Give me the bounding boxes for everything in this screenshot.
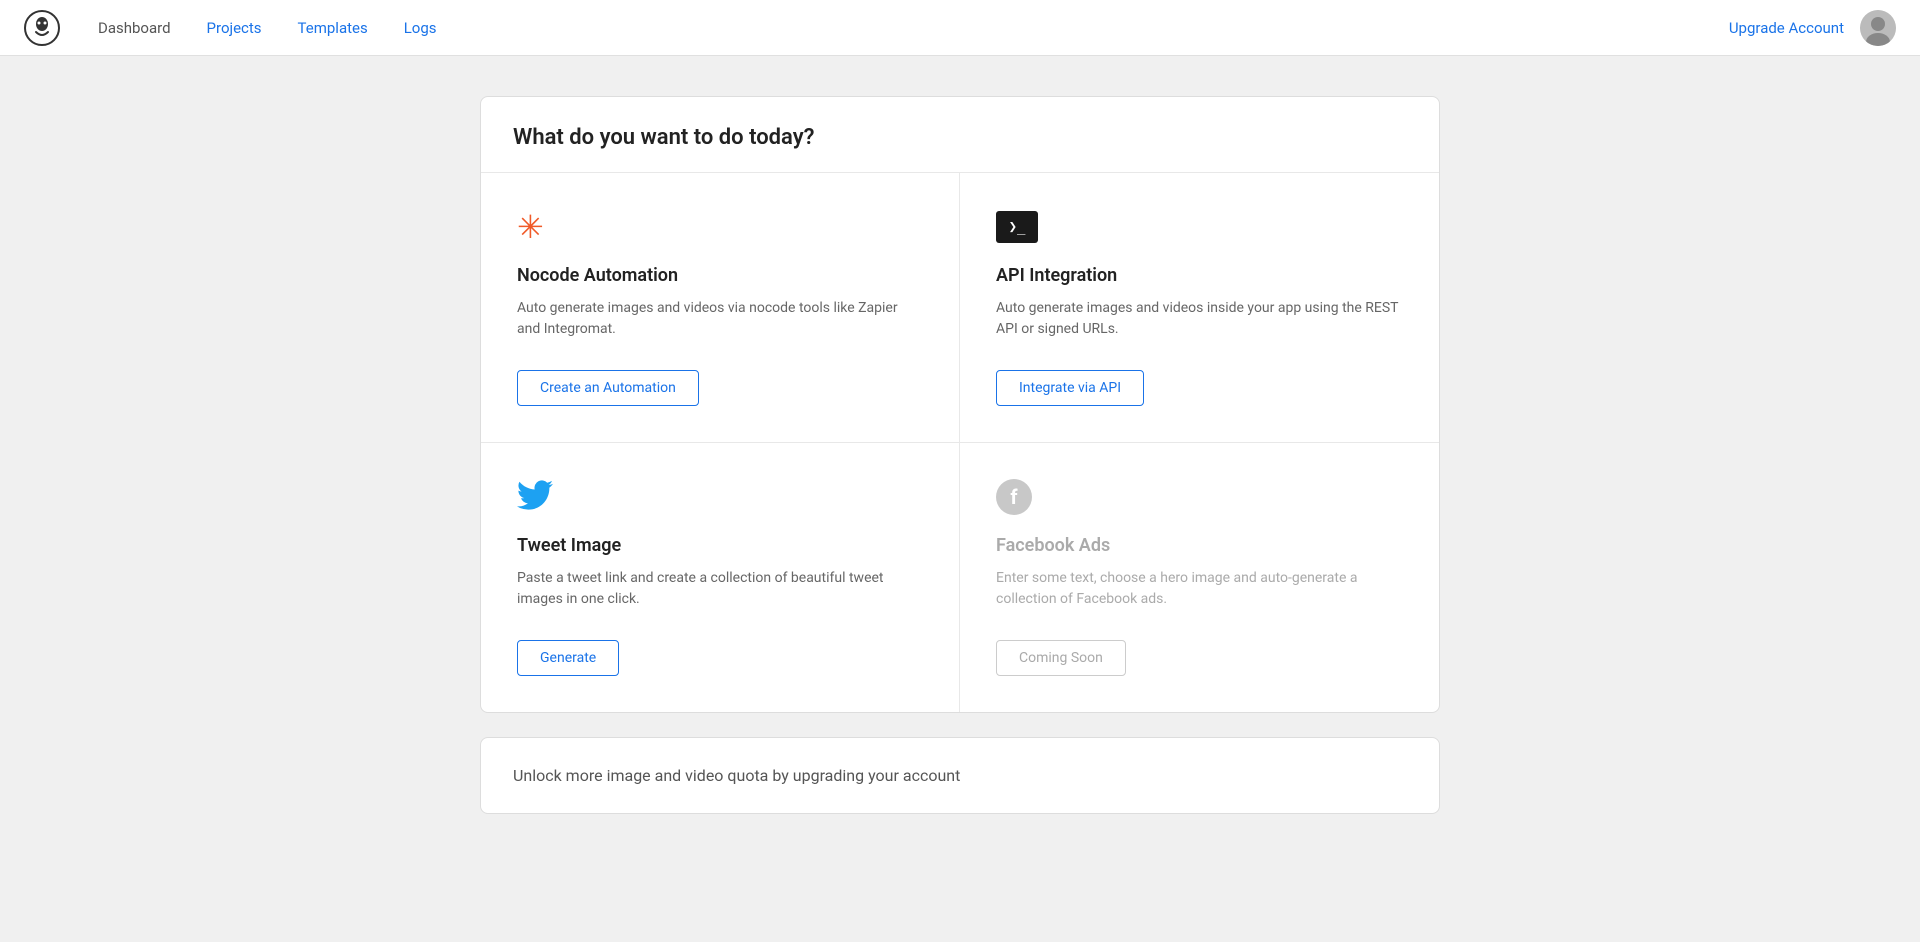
nocode-title: Nocode Automation <box>517 265 923 286</box>
upgrade-account-link[interactable]: Upgrade Account <box>1729 19 1844 37</box>
upgrade-card: Unlock more image and video quota by upg… <box>480 737 1440 814</box>
nav-projects[interactable]: Projects <box>193 11 276 45</box>
option-tweet: Tweet Image Paste a tweet link and creat… <box>481 443 960 712</box>
nav-links: Dashboard Projects Templates Logs <box>84 11 1729 45</box>
avatar-icon <box>1860 10 1896 46</box>
twitter-icon-container <box>517 475 923 519</box>
facebook-icon: f <box>996 479 1032 515</box>
options-card: What do you want to do today? ✳ Nocode A… <box>480 96 1440 713</box>
tweet-desc: Paste a tweet link and create a collecti… <box>517 568 923 616</box>
upgrade-text: Unlock more image and video quota by upg… <box>513 766 1407 785</box>
facebook-desc: Enter some text, choose a hero image and… <box>996 568 1403 616</box>
api-title: API Integration <box>996 265 1403 286</box>
api-desc: Auto generate images and videos inside y… <box>996 298 1403 346</box>
terminal-icon: ❯_ <box>996 211 1038 243</box>
twitter-svg <box>517 480 553 510</box>
facebook-title: Facebook Ads <box>996 535 1403 556</box>
option-nocode: ✳ Nocode Automation Auto generate images… <box>481 173 960 443</box>
logo-icon <box>24 10 60 46</box>
nocode-icon-container: ✳ <box>517 205 923 249</box>
nav-dashboard[interactable]: Dashboard <box>84 11 185 45</box>
option-facebook: f Facebook Ads Enter some text, choose a… <box>960 443 1439 712</box>
card-title: What do you want to do today? <box>481 97 1439 173</box>
create-automation-button[interactable]: Create an Automation <box>517 370 699 406</box>
twitter-icon <box>517 480 553 515</box>
avatar[interactable] <box>1860 10 1896 46</box>
facebook-icon-container: f <box>996 475 1403 519</box>
integrate-api-button[interactable]: Integrate via API <box>996 370 1144 406</box>
navbar-right: Upgrade Account <box>1729 10 1896 46</box>
nocode-desc: Auto generate images and videos via noco… <box>517 298 923 346</box>
nav-templates[interactable]: Templates <box>284 11 382 45</box>
logo[interactable] <box>24 10 60 46</box>
main-content: What do you want to do today? ✳ Nocode A… <box>0 56 1920 854</box>
nocode-icon: ✳ <box>517 211 544 243</box>
generate-button[interactable]: Generate <box>517 640 619 676</box>
tweet-title: Tweet Image <box>517 535 923 556</box>
navbar: Dashboard Projects Templates Logs Upgrad… <box>0 0 1920 56</box>
options-grid: ✳ Nocode Automation Auto generate images… <box>481 173 1439 712</box>
api-icon-container: ❯_ <box>996 205 1403 249</box>
nav-logs[interactable]: Logs <box>390 11 451 45</box>
option-api: ❯_ API Integration Auto generate images … <box>960 173 1439 443</box>
coming-soon-button: Coming Soon <box>996 640 1126 676</box>
